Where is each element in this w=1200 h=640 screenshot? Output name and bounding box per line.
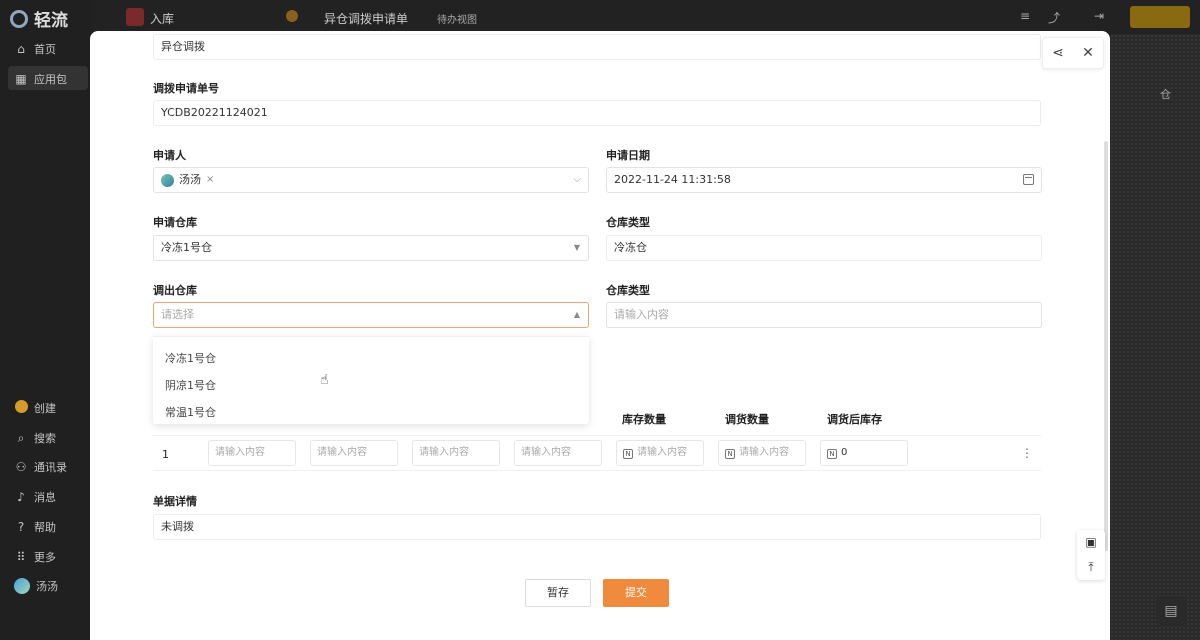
cell-input-4[interactable]: 请输入内容 — [514, 440, 602, 466]
col-after-stock: 调货后库存 — [827, 413, 882, 426]
warehouse-type-field-1[interactable]: 冷冻仓 — [606, 235, 1042, 261]
sidebar-item-create[interactable]: 创建 — [14, 400, 56, 416]
sidebar: 轻流 ⌂ 首页 ▦ 应用包 创建 ⌕ 搜索 ⚇ 通讯录 ♪ 消息 ? 帮助 ⠿ … — [0, 0, 92, 640]
user-avatar — [14, 578, 30, 594]
warehouse-type-field-2[interactable]: 请输入内容 — [606, 302, 1042, 328]
cell-input-3[interactable]: 请输入内容 — [412, 440, 500, 466]
create-icon — [14, 400, 28, 413]
applicant-select[interactable]: 汤汤 × ⌵ — [153, 167, 589, 193]
order-no-label: 调拨申请单号 — [153, 82, 219, 95]
chat-icon[interactable]: ▤ — [1156, 596, 1186, 626]
type-field[interactable]: 异仓调拨 — [153, 34, 1041, 60]
form-scroll-area[interactable]: 异仓调拨 调拨申请单号 YCDB20221124021 申请人 汤汤 × ⌵ 申请… — [90, 31, 1110, 571]
background-text: 仓 — [1160, 88, 1171, 101]
table-row: 1 请输入内容 请输入内容 请输入内容 请输入内容 N 请输入内容 N 请输入内容 … — [153, 435, 1041, 471]
cell-input-1[interactable]: 请输入内容 — [208, 440, 296, 466]
warehouse-type-label-1: 仓库类型 — [606, 216, 650, 229]
back-to-top-icon[interactable]: ⤒ — [1077, 555, 1105, 580]
applicant-label: 申请人 — [153, 149, 186, 162]
sidebar-item-apps[interactable]: ▦ 应用包 — [14, 71, 67, 87]
apply-date-field[interactable]: 2022-11-24 11:31:58 — [606, 167, 1042, 193]
sidebar-item-contacts[interactable]: ⚇ 通讯录 — [14, 459, 67, 475]
remove-tag-icon[interactable]: × — [206, 168, 214, 192]
qr-code-icon[interactable]: ▣ — [1077, 530, 1105, 555]
chart-icon[interactable]: ⤴ — [1048, 9, 1060, 26]
number-icon: N — [623, 449, 633, 459]
out-warehouse-label: 调出仓库 — [153, 284, 197, 297]
app-icon — [126, 8, 144, 26]
apply-date-label: 申请日期 — [606, 149, 650, 162]
bell-icon: ♪ — [17, 490, 25, 504]
applicant-tag: 汤汤 × — [161, 168, 214, 192]
chevron-down-icon: ⌵ — [573, 174, 581, 185]
caret-down-icon: ▼ — [573, 243, 580, 252]
top-view-name[interactable]: 待办视图 — [437, 11, 477, 26]
dropdown-option-1[interactable]: 冷冻1号仓 — [165, 350, 216, 366]
calendar-icon[interactable] — [1023, 174, 1034, 185]
apply-warehouse-select[interactable]: 冷冻1号仓 ▼ — [153, 235, 589, 261]
floating-tools: ▣ ⤒ — [1077, 530, 1105, 580]
logo-text: 轻流 — [34, 11, 68, 31]
warehouse-type-label-2: 仓库类型 — [606, 284, 650, 297]
details-field[interactable]: 未调拨 — [153, 514, 1041, 540]
contacts-icon: ⚇ — [15, 460, 27, 474]
modal-toolbar: ⋖ ✕ — [1042, 37, 1104, 69]
stock-qty-input[interactable]: N 请输入内容 — [616, 440, 704, 466]
col-stock-qty: 库存数量 — [622, 413, 666, 426]
number-icon: N — [827, 449, 837, 459]
number-icon: N — [725, 449, 735, 459]
dropdown-option-2[interactable]: 阴凉1号仓 — [165, 377, 216, 393]
sidebar-item-more[interactable]: ⠿ 更多 — [14, 549, 56, 565]
scrollbar[interactable] — [1104, 141, 1108, 551]
applicant-avatar — [161, 173, 174, 187]
sidebar-item-search[interactable]: ⌕ 搜索 — [14, 430, 56, 446]
sidebar-item-home[interactable]: ⌂ 首页 — [14, 41, 56, 57]
search-icon: ⌕ — [17, 430, 25, 445]
close-icon[interactable]: ✕ — [1082, 45, 1094, 61]
exit-icon[interactable]: ⇥ — [1094, 9, 1104, 23]
submit-button[interactable]: 提交 — [603, 579, 669, 607]
grid-icon: ⠿ — [16, 550, 26, 564]
logo-icon — [10, 9, 28, 28]
details-label: 单据详情 — [153, 495, 197, 508]
modal-footer: 暂存 提交 — [90, 571, 1110, 640]
apps-icon: ▦ — [15, 72, 27, 86]
sidebar-item-user[interactable]: 汤汤 — [14, 578, 58, 594]
top-bar: 入库 异仓调拨申请单 待办视图 ≡ ⤴ ⇥ — [92, 0, 1200, 34]
pointer-cursor-icon: ☝ — [320, 372, 329, 388]
order-no-field[interactable]: YCDB20221124021 — [153, 100, 1041, 126]
top-action-button[interactable] — [1130, 6, 1190, 28]
sidebar-item-help[interactable]: ? 帮助 — [14, 519, 56, 535]
after-stock-input[interactable]: N0 — [820, 440, 908, 466]
menu-icon[interactable]: ≡ — [1020, 9, 1030, 23]
caret-up-icon: ▲ — [573, 310, 580, 319]
transfer-qty-input[interactable]: N 请输入内容 — [718, 440, 806, 466]
apply-warehouse-label: 申请仓库 — [153, 216, 197, 229]
home-icon: ⌂ — [17, 42, 25, 56]
top-app-name[interactable]: 入库 — [150, 10, 174, 27]
top-form-name[interactable]: 异仓调拨申请单 — [324, 10, 408, 27]
dropdown-option-3[interactable]: 常温1号仓 — [165, 404, 216, 420]
out-warehouse-select[interactable]: 请选择 ▲ — [153, 302, 589, 328]
form-icon — [286, 10, 298, 22]
sidebar-item-messages[interactable]: ♪ 消息 — [14, 489, 56, 505]
app-logo[interactable]: 轻流 — [10, 6, 68, 31]
share-icon[interactable]: ⋖ — [1052, 45, 1064, 61]
background-right: 仓 — [1110, 34, 1200, 640]
save-draft-button[interactable]: 暂存 — [525, 579, 591, 607]
col-transfer-qty: 调货数量 — [725, 413, 769, 426]
help-icon: ? — [17, 520, 25, 534]
cell-input-2[interactable]: 请输入内容 — [310, 440, 398, 466]
dropdown-divider — [153, 336, 589, 337]
row-index: 1 — [162, 448, 169, 461]
more-vertical-icon[interactable]: ⋮ — [1021, 446, 1033, 460]
out-warehouse-dropdown: 冷冻1号仓 阴凉1号仓 常温1号仓 — [153, 336, 589, 424]
form-modal: 异仓调拨 调拨申请单号 YCDB20221124021 申请人 汤汤 × ⌵ 申请… — [90, 31, 1110, 640]
